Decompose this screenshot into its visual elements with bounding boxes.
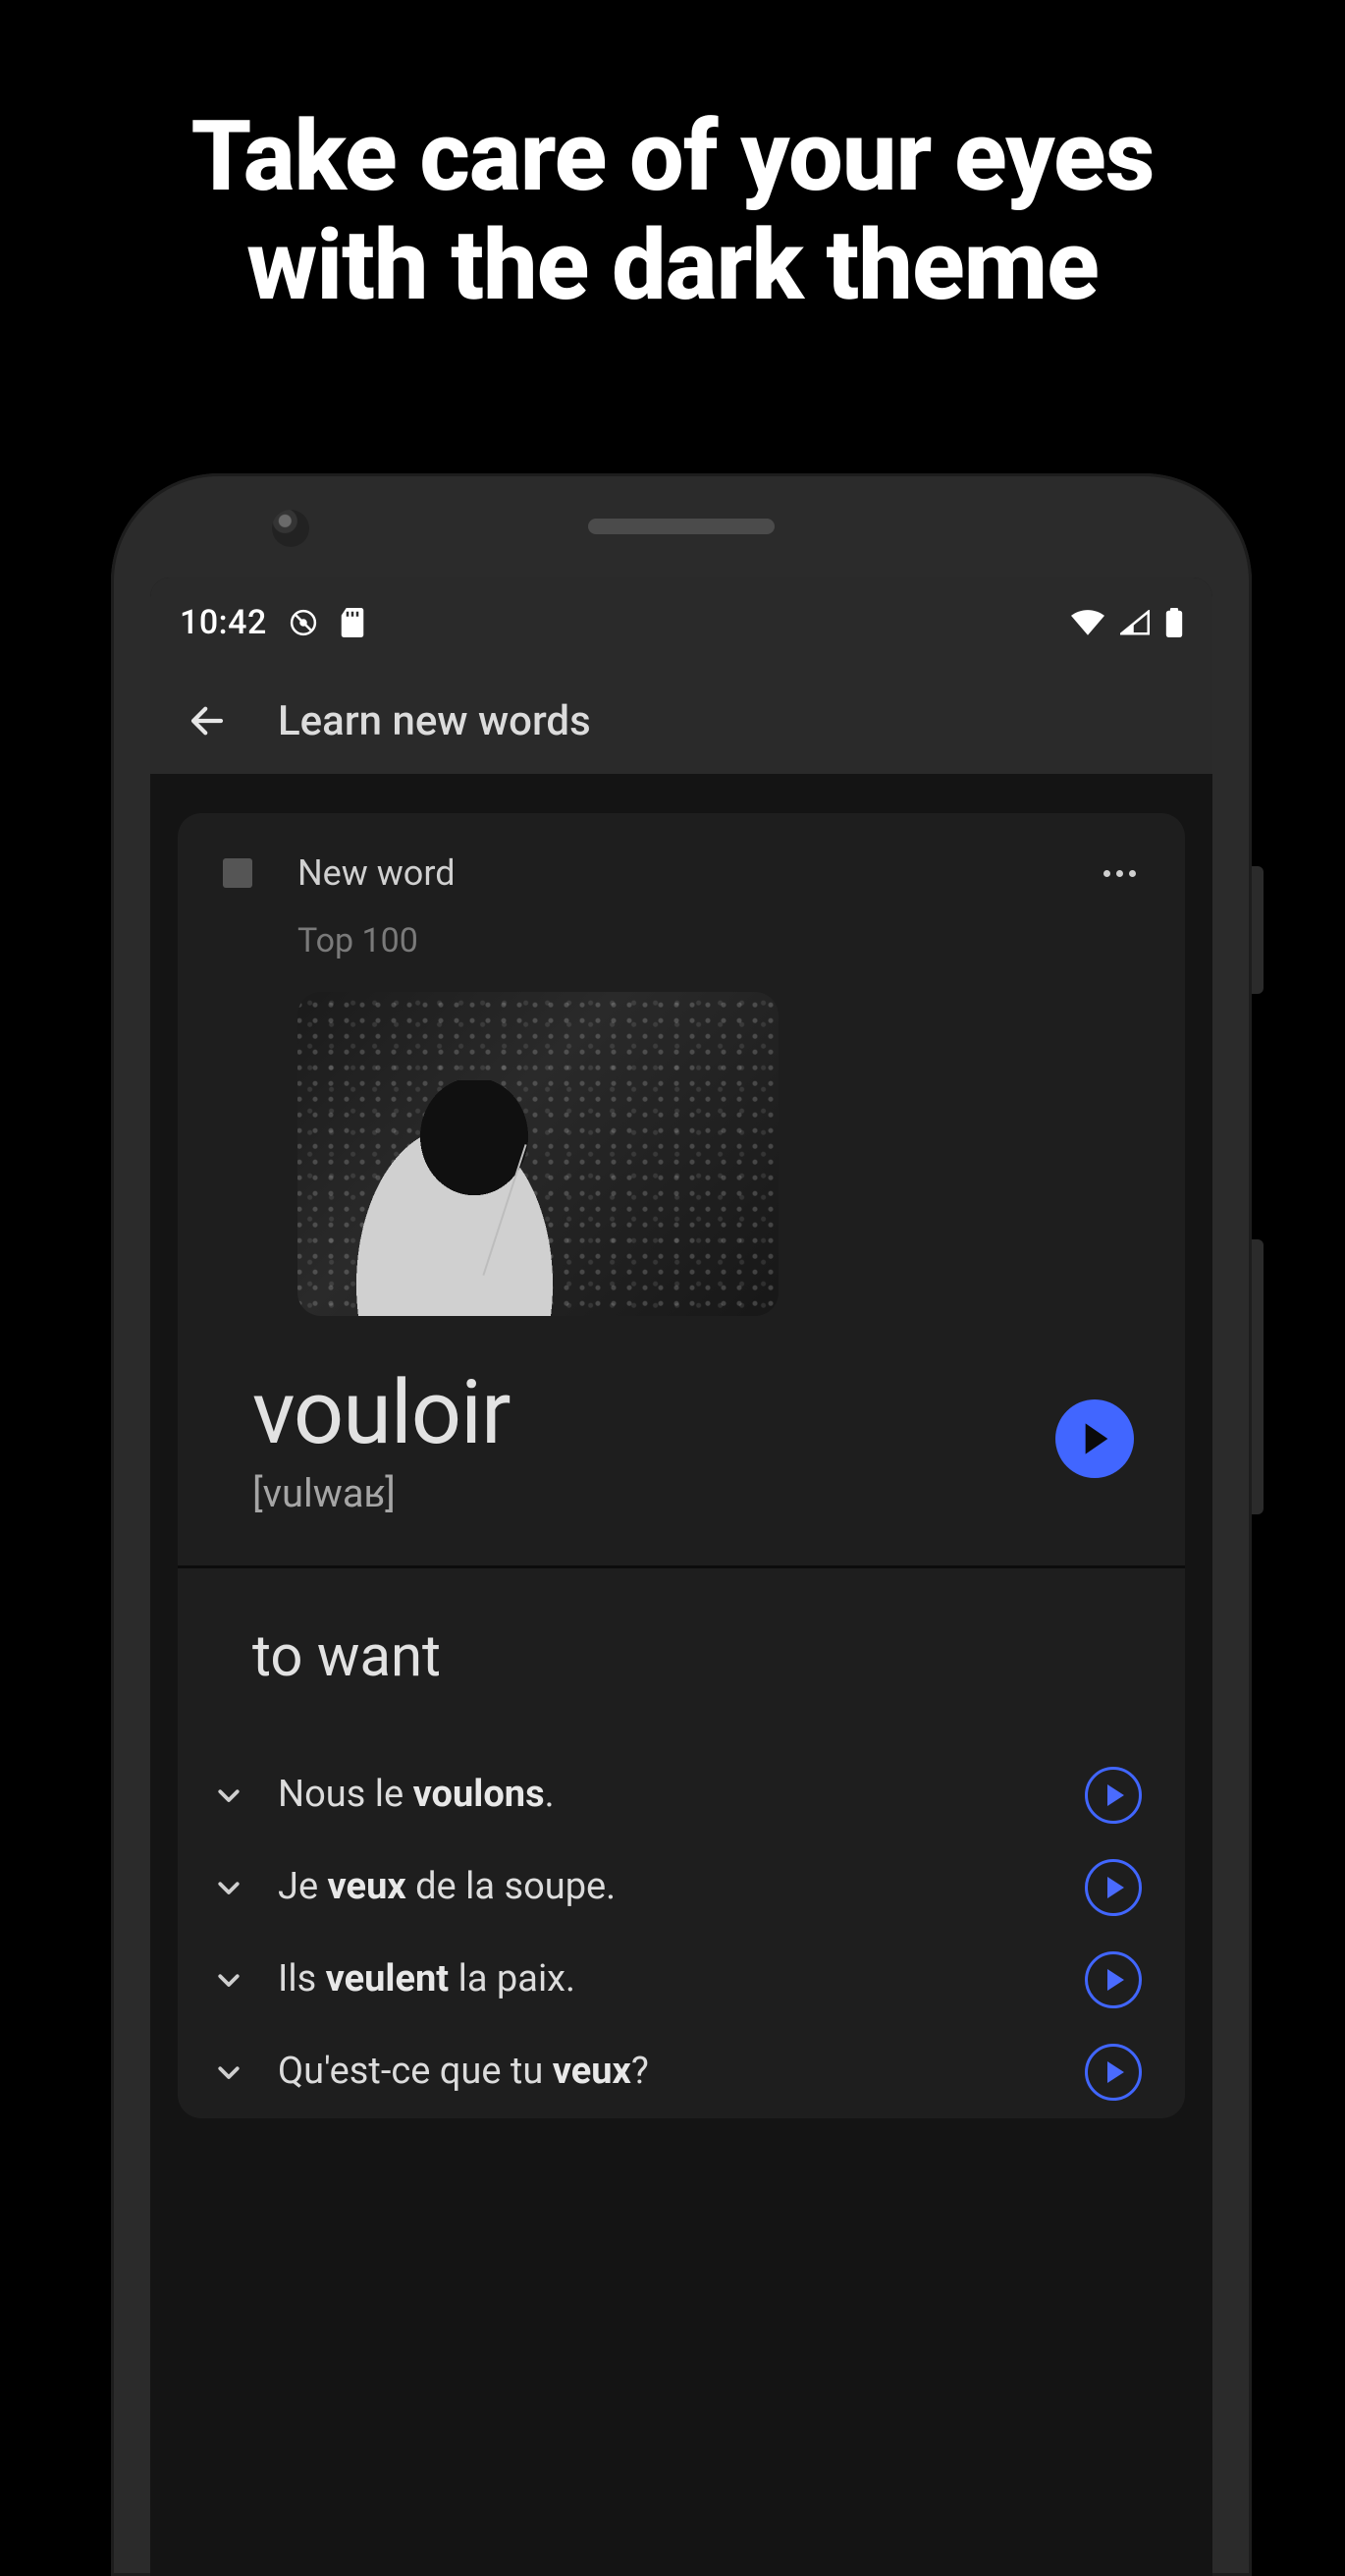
chevron-down-icon xyxy=(214,1873,243,1902)
wifi-icon xyxy=(1071,610,1104,635)
phone-volume-button xyxy=(1252,1239,1264,1514)
play-example-button[interactable] xyxy=(1085,2044,1142,2101)
example-row: Ils veulent la paix. xyxy=(205,1934,1142,2026)
phone-mockup: 10:42 xyxy=(111,473,1252,2576)
phone-camera-dot xyxy=(272,510,309,547)
card-label: New word xyxy=(297,852,456,894)
expand-example-button[interactable] xyxy=(205,2049,252,2096)
example-row: Qu'est-ce que tu veux? xyxy=(205,2026,1142,2118)
phone-speaker xyxy=(588,519,775,534)
marketing-headline: Take care of your eyes with the dark the… xyxy=(93,0,1252,321)
examples-list: Nous le voulons. Je veux de l xyxy=(178,1700,1185,2118)
example-sentence: Je veux de la soupe. xyxy=(278,1863,1059,1911)
sd-card-icon xyxy=(340,608,365,637)
content-scroll[interactable]: New word Top 100 vouloir xyxy=(150,774,1212,2576)
headword: vouloir xyxy=(252,1361,1055,1464)
promo-page: Take care of your eyes with the dark the… xyxy=(0,0,1345,2576)
example-sentence: Nous le voulons. xyxy=(278,1771,1059,1819)
play-headword-button[interactable] xyxy=(1055,1399,1134,1478)
chevron-down-icon xyxy=(214,1965,243,1995)
card-more-button[interactable] xyxy=(1100,864,1140,883)
expand-example-button[interactable] xyxy=(205,1956,252,2003)
phone-power-button xyxy=(1252,866,1264,994)
learned-checkbox[interactable] xyxy=(223,858,252,888)
expand-example-button[interactable] xyxy=(205,1772,252,1819)
play-example-button[interactable] xyxy=(1085,1767,1142,1824)
more-dots-icon xyxy=(1103,870,1110,877)
cell-signal-icon xyxy=(1120,610,1150,635)
status-bar: 10:42 xyxy=(150,577,1212,668)
phone-screen: 10:42 xyxy=(150,577,1212,2576)
battery-icon xyxy=(1165,608,1183,637)
example-row: Je veux de la soupe. xyxy=(205,1841,1142,1934)
status-time: 10:42 xyxy=(180,603,267,642)
example-row: Nous le voulons. xyxy=(205,1749,1142,1841)
translation-text: to want xyxy=(178,1568,1185,1700)
app-bar-title: Learn new words xyxy=(278,697,591,745)
play-icon xyxy=(1082,1422,1111,1455)
word-thumbnail xyxy=(297,992,779,1316)
chevron-down-icon xyxy=(214,2057,243,2087)
example-sentence: Qu'est-ce que tu veux? xyxy=(278,2048,1059,2096)
back-button[interactable] xyxy=(184,697,231,744)
expand-example-button[interactable] xyxy=(205,1864,252,1911)
play-example-button[interactable] xyxy=(1085,1859,1142,1916)
ipa-transcription: [vulwaʁ] xyxy=(252,1470,1055,1516)
app-bar: Learn new words xyxy=(150,668,1212,774)
example-sentence: Ils veulent la paix. xyxy=(278,1955,1059,2003)
word-card: New word Top 100 vouloir xyxy=(178,813,1185,2118)
chevron-down-icon xyxy=(214,1781,243,1810)
card-collection-label: Top 100 xyxy=(297,921,1140,960)
play-example-button[interactable] xyxy=(1085,1951,1142,2008)
arrow-left-icon xyxy=(187,700,228,741)
dnd-icon xyxy=(289,608,318,637)
